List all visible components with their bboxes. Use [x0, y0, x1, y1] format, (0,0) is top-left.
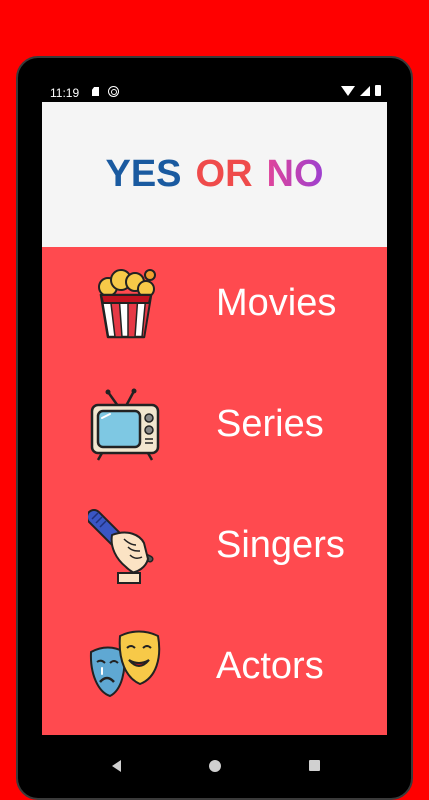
signal-icon — [360, 85, 370, 96]
title-no: NO — [266, 153, 324, 195]
menu-label-series: Series — [216, 403, 324, 445]
system-navigation-bar — [18, 734, 411, 798]
app-header: YES OR NO — [42, 102, 387, 247]
title-yes: YES — [105, 153, 182, 195]
home-button[interactable] — [209, 760, 221, 772]
menu-item-actors[interactable]: Actors — [42, 610, 387, 720]
menu-label-singers: Singers — [216, 524, 345, 566]
app-screen: YES OR NO Movies Series Singers Actors — [42, 102, 387, 735]
tv-icon — [90, 388, 160, 461]
wifi-icon — [341, 85, 355, 96]
device-frame: 11:19 YES OR NO Movies Series Singers Ac… — [16, 56, 413, 800]
microphone-icon — [88, 509, 154, 584]
status-bar: 11:19 — [18, 80, 411, 104]
theater-masks-icon — [89, 630, 161, 697]
battery-icon — [375, 85, 381, 96]
status-time: 11:19 — [50, 86, 80, 100]
sd-card-icon — [92, 87, 99, 96]
recents-button[interactable] — [309, 760, 320, 771]
menu-item-series[interactable]: Series — [42, 368, 387, 478]
popcorn-icon — [98, 269, 156, 339]
menu-label-actors: Actors — [216, 645, 324, 687]
sync-icon — [108, 86, 119, 97]
status-indicators — [341, 85, 381, 96]
menu-item-singers[interactable]: Singers — [42, 489, 387, 599]
menu-item-movies[interactable]: Movies — [42, 247, 387, 357]
menu-label-movies: Movies — [216, 282, 337, 324]
back-button[interactable] — [112, 760, 121, 772]
title-or: OR — [195, 153, 253, 195]
